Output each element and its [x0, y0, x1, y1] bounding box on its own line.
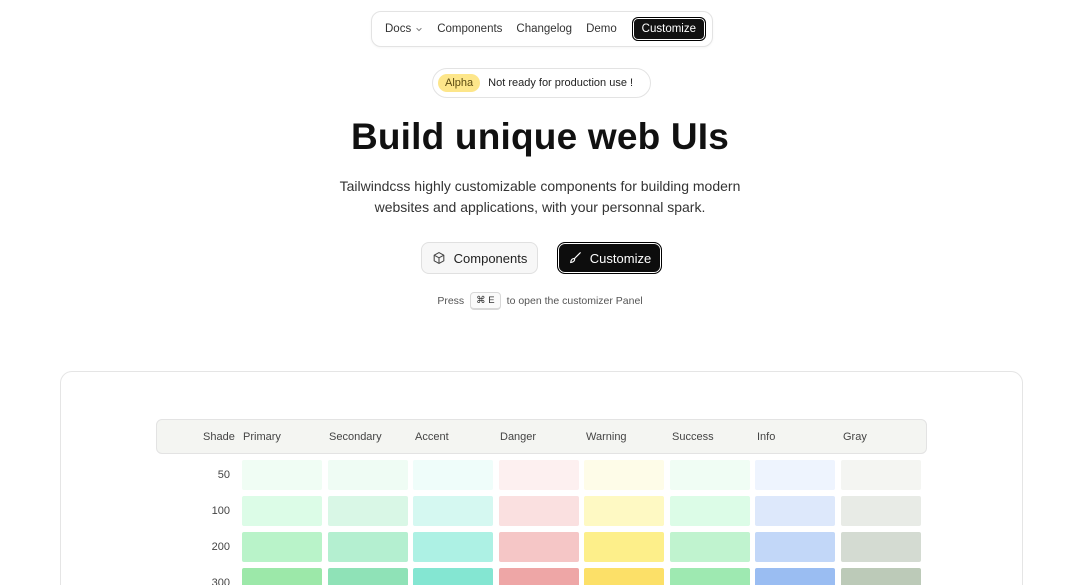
color-swatch[interactable] — [670, 496, 750, 526]
header-warning: Warning — [586, 431, 627, 443]
color-swatch[interactable] — [841, 532, 921, 562]
color-swatch[interactable] — [499, 532, 579, 562]
color-swatch[interactable] — [499, 496, 579, 526]
header-primary: Primary — [243, 431, 281, 443]
color-swatch[interactable] — [584, 568, 664, 585]
page-title: Build unique web UIs — [350, 116, 730, 157]
color-swatch[interactable] — [584, 460, 664, 490]
nav-docs[interactable]: Docs — [378, 18, 430, 40]
color-swatch[interactable] — [242, 568, 322, 585]
color-swatch[interactable] — [755, 568, 835, 585]
alpha-tag: Alpha — [438, 74, 481, 92]
color-swatch[interactable] — [413, 496, 493, 526]
color-swatch[interactable] — [413, 460, 493, 490]
color-swatch[interactable] — [499, 568, 579, 585]
shade-label: 100 — [211, 505, 230, 517]
color-swatch[interactable] — [841, 496, 921, 526]
shade-label: 50 — [217, 469, 230, 481]
header-shade: Shade — [203, 431, 235, 443]
color-swatch[interactable] — [755, 496, 835, 526]
press-suffix: to open the customizer Panel — [506, 295, 643, 307]
color-swatch[interactable] — [755, 460, 835, 490]
color-swatch[interactable] — [841, 460, 921, 490]
palette-table-header: Shade Primary Secondary Accent Danger Wa… — [156, 419, 927, 454]
color-swatch[interactable] — [670, 568, 750, 585]
color-swatch[interactable] — [584, 532, 664, 562]
brush-icon — [569, 252, 581, 264]
header-secondary: Secondary — [329, 431, 382, 443]
chevron-down-icon — [416, 27, 422, 32]
color-swatch[interactable] — [670, 532, 750, 562]
shortcut-hint: Press ⌘ E to open the customizer Panel — [0, 292, 1080, 310]
color-swatch[interactable] — [328, 460, 408, 490]
nav-demo[interactable]: Demo — [579, 18, 624, 40]
components-button-label: Components — [453, 250, 528, 266]
color-swatch[interactable] — [755, 532, 835, 562]
alpha-badge: Alpha Not ready for production use ! — [432, 68, 651, 98]
nav-components[interactable]: Components — [430, 18, 509, 40]
header-gray: Gray — [843, 431, 867, 443]
header-accent: Accent — [415, 431, 449, 443]
components-button[interactable]: Components — [421, 242, 538, 274]
header-danger: Danger — [500, 431, 537, 443]
color-swatch[interactable] — [242, 460, 322, 490]
top-nav: Docs Components Changelog Demo Customize — [371, 11, 713, 47]
shade-label: 200 — [211, 541, 230, 553]
customize-button-label: Customize — [589, 250, 652, 266]
color-swatch[interactable] — [242, 496, 322, 526]
press-prefix: Press — [437, 295, 465, 307]
nav-changelog[interactable]: Changelog — [509, 18, 579, 40]
color-swatch[interactable] — [328, 496, 408, 526]
color-swatch[interactable] — [328, 568, 408, 585]
color-swatch[interactable] — [413, 568, 493, 585]
alpha-text: Not ready for production use ! — [488, 77, 634, 89]
customize-button[interactable]: Customize — [557, 242, 662, 274]
cube-icon — [433, 252, 444, 264]
shade-label: 300 — [211, 577, 230, 585]
header-success: Success — [672, 431, 714, 443]
hero-subtitle: Tailwindcss highly customizable componen… — [339, 178, 741, 215]
color-swatch[interactable] — [670, 460, 750, 490]
color-swatch[interactable] — [242, 532, 322, 562]
header-info: Info — [757, 431, 776, 443]
shortcut-key: ⌘ E — [470, 292, 501, 310]
nav-docs-label: Docs — [385, 23, 412, 35]
color-swatch[interactable] — [499, 460, 579, 490]
color-swatch[interactable] — [413, 532, 493, 562]
color-swatch[interactable] — [328, 532, 408, 562]
color-swatch[interactable] — [584, 496, 664, 526]
nav-customize-button[interactable]: Customize — [631, 17, 706, 41]
color-swatch[interactable] — [841, 568, 921, 585]
